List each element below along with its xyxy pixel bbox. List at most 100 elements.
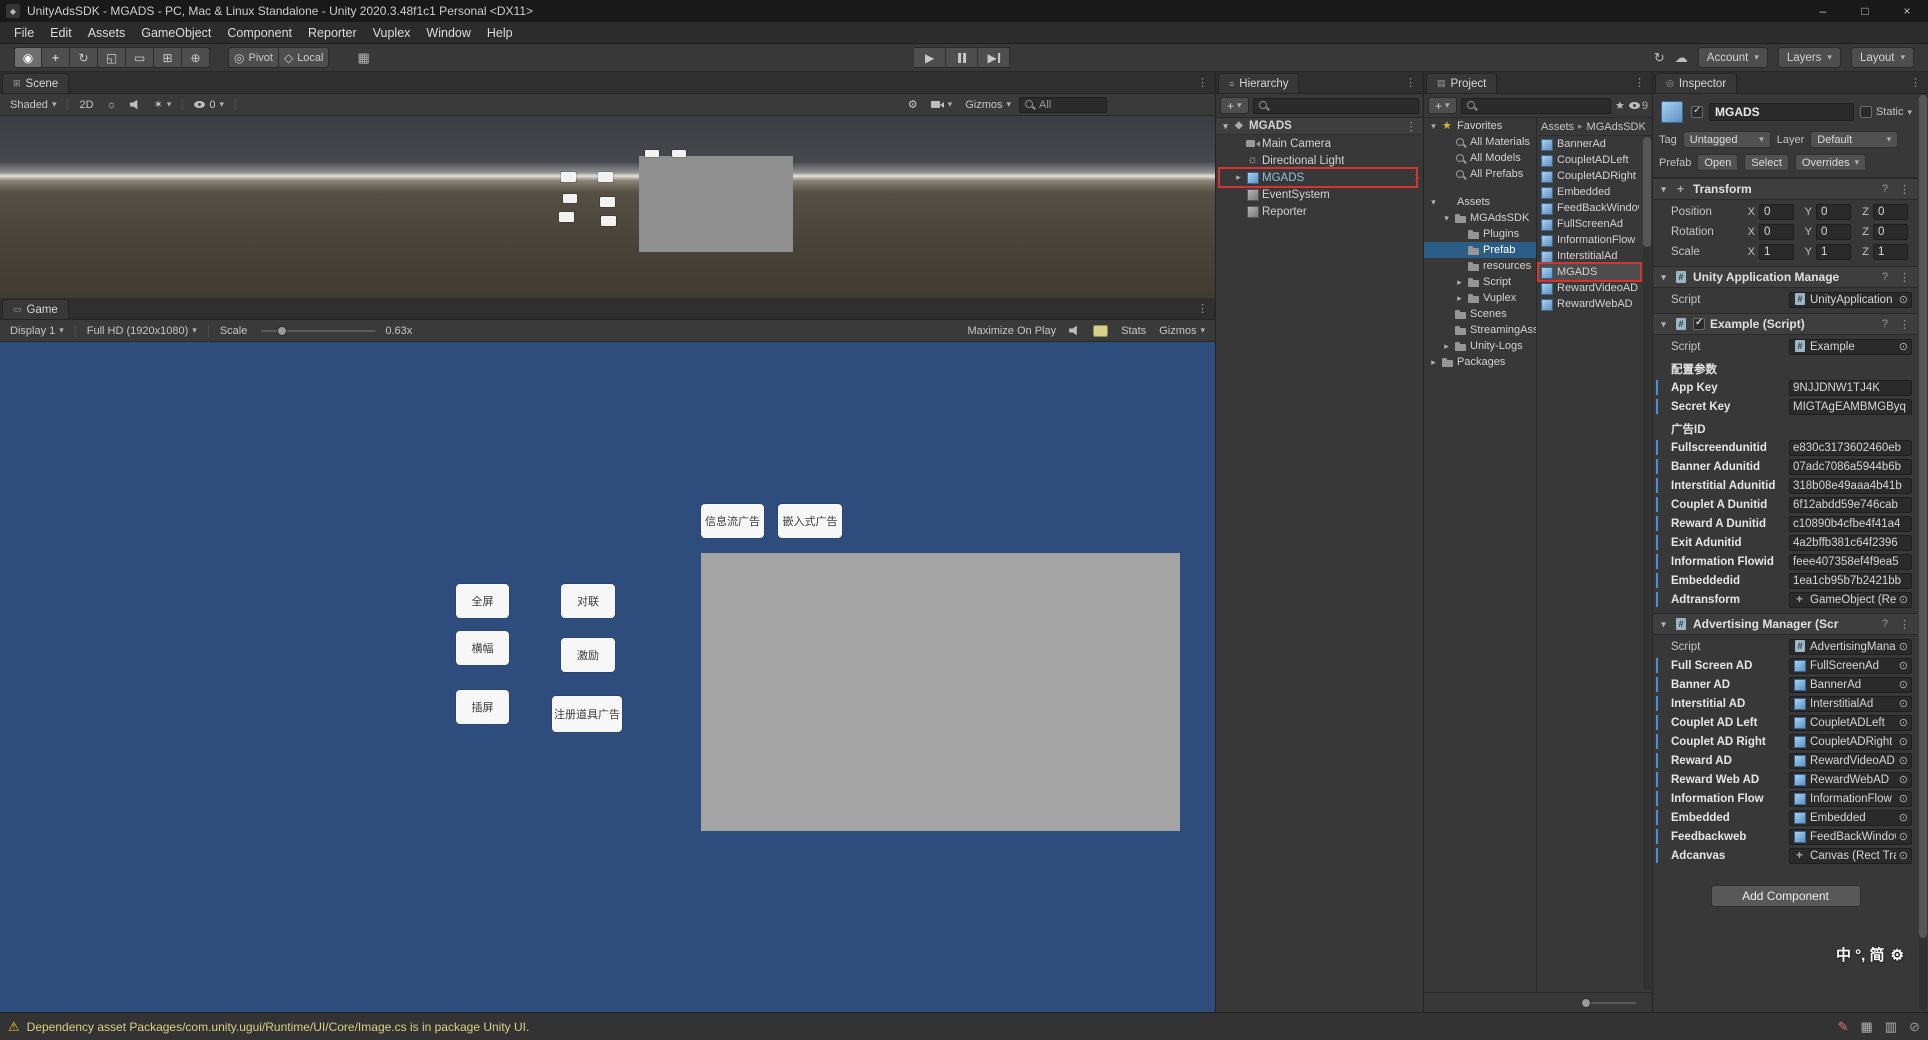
property-field[interactable]: Canvas (Rect Tra [1789,848,1912,864]
menu-item[interactable]: File [6,22,42,43]
prefab-overrides-dropdown[interactable]: Overrides▾ [1795,154,1866,171]
object-picker-icon[interactable] [1899,735,1908,748]
object-picker-icon[interactable] [1899,640,1908,653]
layers-dropdown[interactable]: Layers▾ [1778,47,1841,68]
hierarchy-search-input[interactable] [1253,98,1419,114]
object-picker-icon[interactable] [1899,754,1908,767]
hierarchy-row[interactable]: EventSystem [1216,186,1423,203]
property-field[interactable]: InterstitialAd [1789,696,1912,712]
aspect-dropdown[interactable]: Full HD (1920x1080)▾ [82,323,202,339]
hierarchy-row[interactable]: ▸ MGADS [1216,169,1423,186]
property-field[interactable]: FullScreenAd [1789,658,1912,674]
object-picker-icon[interactable] [1899,593,1908,606]
asset-row[interactable]: FeedBackWindow [1537,200,1642,216]
asset-row[interactable]: CoupletADRight [1537,168,1642,184]
step-button[interactable]: ▶ [978,47,1010,68]
menu-item[interactable]: Edit [42,22,80,43]
pause-button[interactable] [946,47,978,68]
scene-row-menu-icon[interactable] [1406,119,1424,133]
active-checkbox[interactable] [1691,106,1703,118]
project-tree-row[interactable]: ▾ MGAdsSDK [1424,210,1536,226]
tab-game[interactable]: Game [2,299,69,319]
game-pane-menu-icon[interactable] [1190,302,1215,315]
project-search-input[interactable] [1461,98,1611,114]
menu-item[interactable]: Reporter [300,22,365,43]
inspector-scrollbar[interactable] [1919,95,1927,1011]
component-menu-icon[interactable] [1896,618,1913,631]
asset-row[interactable]: RewardWebAD [1537,296,1642,312]
asset-row[interactable]: RewardVideoAD [1537,280,1642,296]
menu-item[interactable]: Component [219,22,300,43]
help-icon[interactable] [1879,271,1891,283]
asset-row[interactable]: BannerAd [1537,136,1642,152]
tab-scene[interactable]: Scene [2,73,69,93]
static-control[interactable]: Static ▾ [1860,106,1912,118]
inspector-panel-menu-icon[interactable] [1903,76,1928,89]
save-search-icon[interactable] [1615,99,1625,112]
asset-row[interactable]: InformationFlow [1537,232,1642,248]
property-field[interactable]: RewardVideoAD [1789,753,1912,769]
object-picker-icon[interactable] [1899,293,1908,306]
property-field[interactable]: FeedBackWindow [1789,829,1912,845]
object-picker-icon[interactable] [1899,340,1908,353]
property-field[interactable]: 07adc7086a5944b6b [1789,459,1912,475]
draw-mode-dropdown[interactable]: Shaded▾ [5,97,61,113]
menu-item[interactable]: GameObject [133,22,219,43]
foldout-arrow[interactable]: ▸ [1428,357,1439,368]
hierarchy-create-button[interactable]: ▾ [1220,97,1249,114]
project-tree-row[interactable]: Scenes [1424,306,1536,322]
foldout-arrow[interactable]: ▾ [1658,272,1669,283]
scene-visibility-toggle[interactable]: 0▾ [189,97,229,113]
project-tree-row[interactable]: All Models [1424,150,1536,166]
property-field[interactable]: feee407358ef4f9ea5 [1789,554,1912,570]
2d-toggle[interactable]: 2D [74,97,98,113]
camera-settings-icon[interactable]: ▾ [926,97,958,112]
bright-toggle-icon[interactable] [1088,323,1113,339]
component-header-advertising-manager[interactable]: ▾ Advertising Manager (Scr [1653,613,1918,635]
help-icon[interactable] [1879,183,1891,195]
hidden-packages-count[interactable]: 9 [1629,100,1648,112]
foldout-arrow[interactable]: ▾ [1441,213,1452,224]
object-picker-icon[interactable] [1899,697,1908,710]
breadcrumb[interactable]: Assets MGAdsSDK [1537,118,1652,136]
hierarchy-row[interactable]: ▾ MGADS [1216,118,1423,135]
zoom-slider-thumb[interactable] [1581,998,1591,1008]
account-dropdown[interactable]: Account▾ [1698,47,1768,68]
move-tool-icon[interactable] [42,47,70,68]
component-menu-icon[interactable] [1896,318,1913,331]
component-enabled-checkbox[interactable] [1693,318,1705,330]
asset-row[interactable]: MGADS [1537,264,1642,280]
object-picker-icon[interactable] [1899,716,1908,729]
local-toggle[interactable]: Local [279,47,330,68]
project-tree-row[interactable]: StreamingAssets [1424,322,1536,338]
console-status-icon[interactable] [1909,1019,1920,1035]
project-tree-row[interactable]: All Materials [1424,134,1536,150]
scale-slider[interactable] [261,330,376,332]
project-tree-row[interactable]: ▾ Favorites [1424,118,1536,134]
scale-tool-icon[interactable] [98,47,126,68]
project-panel-menu-icon[interactable] [1627,76,1652,89]
menu-item[interactable]: Window [418,22,478,43]
object-picker-icon[interactable] [1899,811,1908,824]
custom-tool-icon[interactable] [182,47,210,68]
property-field[interactable]: 1ea1cb95b7b2421bb [1789,573,1912,589]
mute-audio-icon[interactable] [1064,324,1085,338]
grid-snapping-icon[interactable] [357,50,369,66]
foldout-arrow[interactable]: ▸ [1454,293,1465,304]
object-picker-icon[interactable] [1899,830,1908,843]
property-field[interactable]: UnityApplication [1789,292,1912,308]
foldout-arrow[interactable]: ▾ [1428,121,1439,132]
game-button-interstitial[interactable]: 插屏 [456,690,509,724]
rotate-tool-icon[interactable] [70,47,98,68]
game-button-banner[interactable]: 横幅 [456,631,509,665]
z-field[interactable]: 1 [1873,244,1908,260]
object-picker-icon[interactable] [1899,678,1908,691]
z-field[interactable]: 0 [1873,224,1908,240]
tab-hierarchy[interactable]: Hierarchy [1218,73,1299,93]
game-gizmos-dropdown[interactable]: Gizmos▾ [1154,323,1210,339]
property-field[interactable]: BannerAd [1789,677,1912,693]
object-picker-icon[interactable] [1899,792,1908,805]
foldout-arrow[interactable]: ▾ [1220,121,1231,132]
asset-row[interactable]: FullScreenAd [1537,216,1642,232]
display-dropdown[interactable]: Display 1▾ [5,323,69,339]
